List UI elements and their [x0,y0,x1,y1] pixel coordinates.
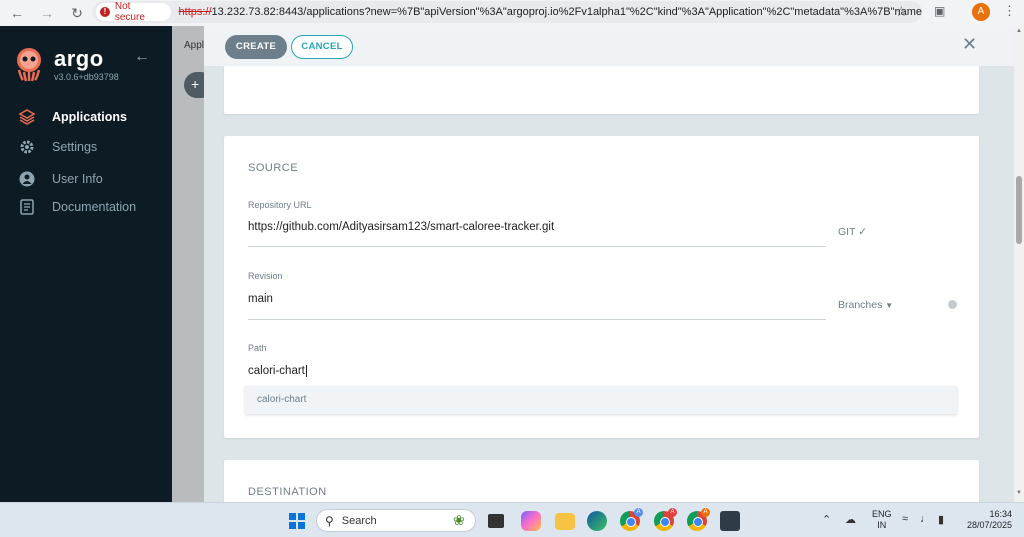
destination-card: DESTINATION [224,460,979,502]
terminal-icon[interactable] [720,511,740,531]
sidebar-item-label: Documentation [52,200,137,214]
reload-icon[interactable]: ↻ [66,2,88,24]
windows-start-icon[interactable] [289,513,305,529]
security-chip[interactable]: ! Not secure [96,1,171,23]
clock-time: 16:34 [989,509,1012,519]
lang-line1: ENG [872,509,892,519]
search-icon: ⚲ [325,513,334,528]
lens-icon[interactable]: ▣ [934,4,945,18]
repo-url-input[interactable]: https://github.com/Adityasirsam123/smart… [248,221,554,233]
check-icon: ✓ [858,226,868,238]
layers-icon [18,108,36,126]
sidebar-item-label: User Info [52,172,103,186]
document-icon [18,198,36,216]
address-bar[interactable]: ! Not secure https:// 13.232.73.82:8443/… [92,1,922,23]
sidebar-item-applications[interactable]: Applications [18,108,127,126]
edge-icon[interactable] [587,511,607,531]
revision-label: Revision [248,271,283,281]
repo-type-label: GIT [838,226,856,238]
panel-scrollbar[interactable]: ▲ ▼ [1014,26,1024,502]
language-indicator[interactable]: ENG IN [872,509,892,531]
new-application-panel: CREATE CANCEL ✕ SOURCE Repository URL ht… [204,26,1014,502]
volume-icon[interactable]: ♩ [920,513,931,525]
scroll-down-icon[interactable]: ▼ [1016,490,1022,496]
browser-toolbar: ← → ↻ ! Not secure https:// 13.232.73.82… [0,0,1024,26]
backdrop-title: Appl [184,40,204,51]
clock-date: 28/07/2025 [966,520,1012,530]
section-title-source: SOURCE [248,162,299,174]
general-card [224,66,979,114]
user-icon [18,170,36,188]
security-label: Not secure [114,1,145,23]
sidebar-item-settings[interactable]: Settings [18,138,97,156]
path-input[interactable]: calori-chart [248,365,307,377]
revision-mode-label: Branches [838,299,883,311]
gear-icon [18,138,36,156]
windows-taskbar: ⚲ Search ❀ A A A ⌃ ☁ ENG IN ≈ ♩ ▮ 16:34 … [0,502,1024,537]
taskbar-search[interactable]: ⚲ Search ❀ [316,509,476,532]
lang-line2: IN [877,520,887,530]
revision-status-dot [948,300,957,309]
bookmark-star-icon[interactable]: ☆ [895,3,908,20]
argo-sidebar: argo v3.0.6+db93798 ← Applications Setti… [0,26,172,502]
taskbar-search-label: Search [341,514,377,527]
system-clock[interactable]: 16:34 28/07/2025 [962,509,1012,531]
weather-icon[interactable]: ☁ [845,513,856,526]
plant-icon: ❀ [453,512,465,528]
sidebar-item-user-info[interactable]: User Info [18,170,103,188]
url-scheme: https:// [178,6,212,18]
chrome-active-icon[interactable]: A [687,508,710,531]
argo-octopus-logo-icon [17,48,41,82]
brand-name[interactable]: argo [54,46,104,72]
chrome-icon[interactable]: A [620,508,643,531]
new-app-button[interactable]: + [184,72,204,98]
forward-arrow-icon[interactable]: → [36,2,58,24]
repo-url-label: Repository URL [248,200,312,210]
revision-underline [248,319,826,320]
scroll-thumb[interactable] [1016,176,1022,244]
chrome-profile-icon[interactable]: A [654,508,677,531]
task-view-icon[interactable] [488,514,504,528]
back-arrow-icon[interactable]: ← [6,2,28,24]
battery-icon[interactable]: ▮ [938,513,944,526]
revision-mode-dropdown[interactable]: Branches ▼ [838,299,893,311]
close-icon[interactable]: ✕ [962,34,977,55]
sidebar-item-documentation[interactable]: Documentation [18,198,136,216]
url-text: 13.232.73.82:8443/applications?new=%7B"a… [211,6,922,18]
version-label: v3.0.6+db93798 [54,72,119,82]
wifi-icon[interactable]: ≈ [902,513,908,525]
profile-avatar[interactable]: A [972,3,990,21]
warning-icon: ! [100,7,110,17]
page-backdrop[interactable]: Appl + [172,26,204,502]
cancel-button[interactable]: CANCEL [291,35,353,59]
tray-chevron-up-icon[interactable]: ⌃ [822,513,831,526]
copilot-icon[interactable] [521,511,541,531]
scroll-up-icon[interactable]: ▲ [1016,28,1022,34]
menu-kebab-icon[interactable]: ⋮ [1003,3,1016,19]
revision-input[interactable]: main [248,293,273,305]
path-suggestion-item[interactable]: calori-chart [245,386,957,414]
caret-down-icon: ▼ [885,301,894,310]
repo-type-selector[interactable]: GIT ✓ [838,226,867,238]
file-explorer-icon[interactable] [555,513,575,530]
panel-header: CREATE CANCEL ✕ [204,26,1014,66]
section-title-destination: DESTINATION [248,486,327,498]
create-button[interactable]: CREATE [225,35,287,59]
sidebar-item-label: Settings [52,140,98,154]
source-card: SOURCE Repository URL https://github.com… [224,136,979,438]
collapse-arrow-icon[interactable]: ← [134,48,150,66]
repo-url-underline [248,246,826,247]
path-input-text: calori-chart [248,365,307,377]
sidebar-item-label: Applications [52,110,128,124]
path-label: Path [248,343,267,353]
